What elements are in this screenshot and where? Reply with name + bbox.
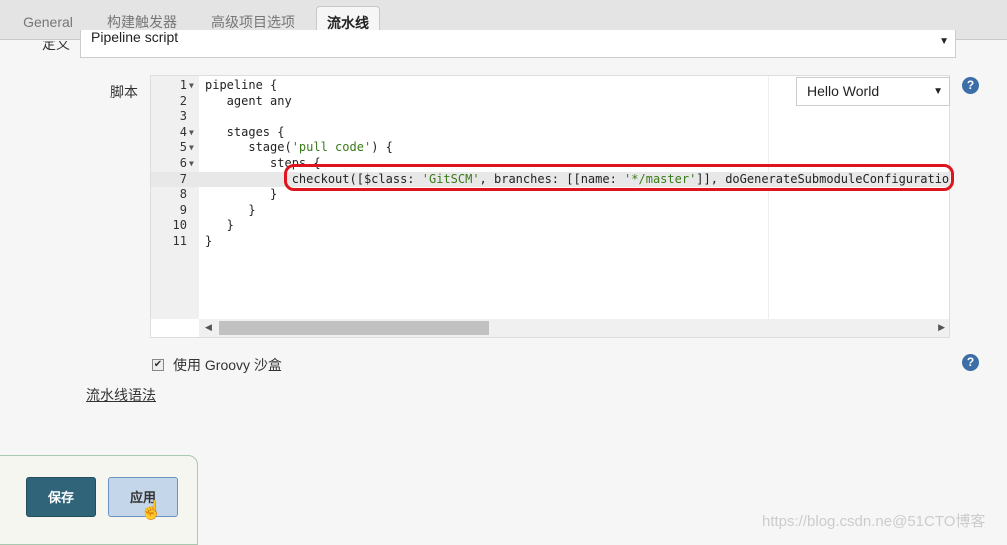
code-line[interactable]: 9 } — [151, 202, 949, 219]
line-number: 2 — [179, 93, 187, 108]
code-line[interactable]: 11} — [151, 234, 949, 250]
tab-general[interactable]: General — [10, 6, 86, 40]
code-text: stages { — [205, 124, 285, 139]
code-text: agent any — [205, 93, 292, 108]
line-number: 9 — [179, 202, 187, 217]
line-number: 3 — [179, 109, 187, 124]
line-number: 5 — [179, 140, 187, 155]
fold-icon[interactable]: ▼ — [189, 140, 194, 156]
code-text: stage('pull code') { — [205, 140, 393, 155]
pipeline-syntax-link[interactable]: 流水线语法 — [86, 385, 156, 405]
definition-value: Pipeline script — [91, 29, 179, 45]
watermark: https://blog.csdn.ne@51CTO博客 — [762, 513, 986, 530]
definition-select[interactable]: Pipeline script ▼ — [80, 29, 956, 58]
chevron-down-icon: ▼ — [939, 36, 949, 47]
script-label: 脚本 — [110, 84, 138, 100]
line-number: 10 — [172, 218, 187, 233]
highlight-annotation — [284, 164, 954, 191]
groovy-sandbox-label: 使用 Groovy 沙盒 — [173, 357, 282, 373]
fold-icon[interactable]: ▼ — [189, 156, 194, 172]
line-number: 1 — [179, 78, 187, 92]
line-number: 6 — [179, 156, 187, 170]
hand-cursor-icon: ☝ — [140, 500, 163, 520]
help-icon[interactable]: ? — [962, 354, 979, 371]
code-text: pipeline { — [205, 78, 278, 92]
scrollbar-thumb[interactable] — [219, 321, 489, 335]
chevron-down-icon: ▼ — [933, 86, 943, 97]
line-number: 11 — [172, 234, 187, 248]
line-number: 4 — [179, 124, 187, 139]
scroll-right-icon[interactable]: ▶ — [938, 322, 945, 333]
code-line[interactable]: 10 } — [151, 218, 949, 234]
code-text: } — [205, 234, 213, 248]
help-icon[interactable]: ? — [962, 77, 979, 94]
code-line[interactable]: 4 ▼ stages { — [151, 124, 949, 141]
code-line[interactable]: 5 ▼ stage('pull code') { — [151, 140, 949, 156]
code-text: } — [205, 202, 256, 217]
code-text: } — [205, 187, 278, 202]
scroll-left-icon[interactable]: ◀ — [205, 322, 212, 333]
line-number: 8 — [179, 187, 187, 202]
fold-icon[interactable]: ▼ — [189, 125, 194, 141]
sample-select[interactable]: Hello World ▼ — [796, 77, 950, 106]
groovy-sandbox-checkbox[interactable]: ✔ — [152, 359, 164, 371]
horizontal-scrollbar[interactable]: ◀ ▶ — [199, 319, 949, 337]
fold-icon[interactable]: ▼ — [189, 78, 194, 94]
save-button[interactable]: 保存 — [26, 477, 96, 517]
code-line[interactable]: 3 — [151, 109, 949, 125]
code-text: } — [205, 218, 234, 233]
script-editor[interactable]: 1 ▼ pipeline {2 agent any 3 4 ▼ stages {5 ▼ st… — [150, 75, 950, 338]
line-number: 7 — [179, 171, 187, 186]
sample-value: Hello World — [807, 83, 880, 99]
